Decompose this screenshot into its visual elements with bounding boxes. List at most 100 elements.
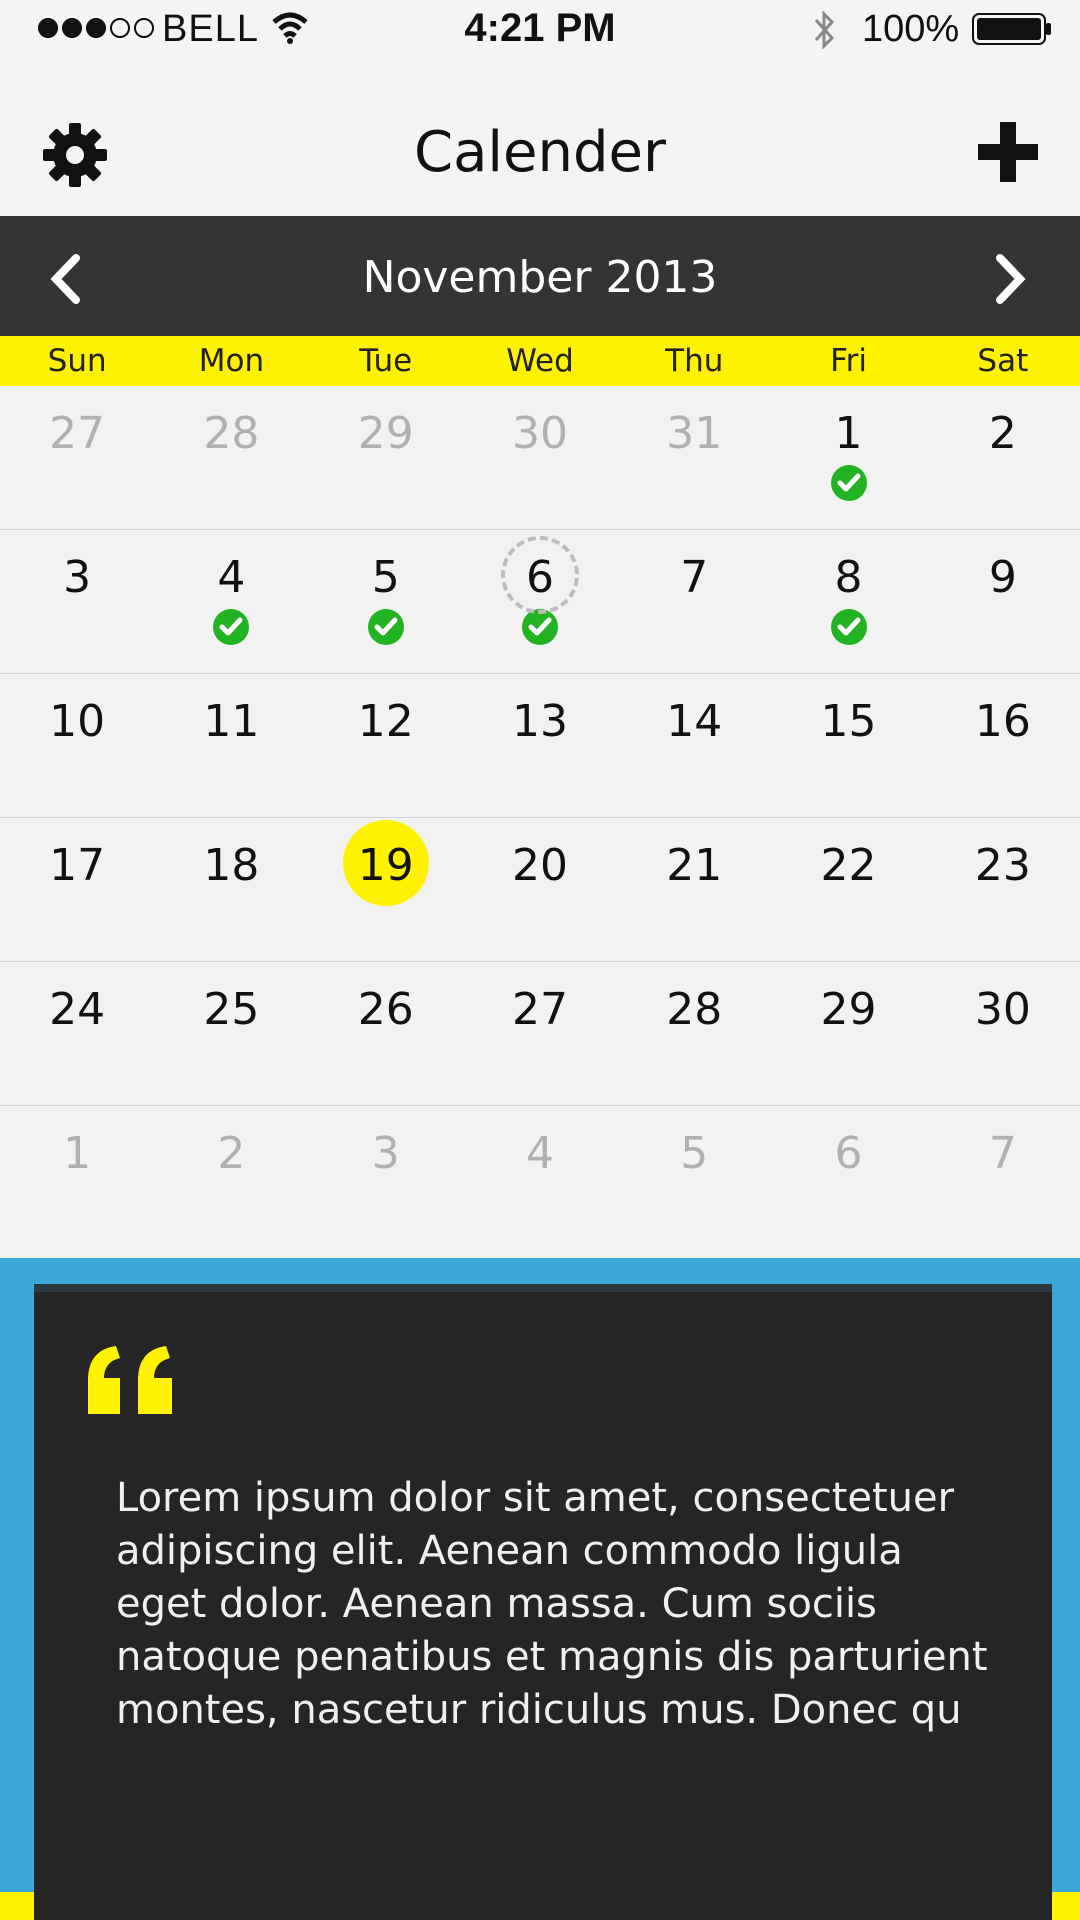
check-circle-icon [213, 609, 250, 645]
calendar-day[interactable]: 3 [0, 530, 154, 673]
weekday-label: Sun [47, 343, 107, 379]
calendar-day[interactable]: 31 [617, 386, 771, 529]
calendar-day[interactable]: 22 [771, 818, 925, 961]
calendar-day[interactable]: 6 [463, 530, 617, 673]
calendar-day[interactable]: 28 [154, 386, 308, 529]
calendar-day[interactable]: 15 [771, 674, 925, 817]
day-number: 24 [49, 984, 106, 1035]
day-number: 12 [357, 696, 414, 747]
day-number: 28 [203, 408, 260, 459]
day-number: 2 [988, 408, 1017, 459]
day-number: 23 [974, 840, 1031, 891]
day-number: 6 [525, 552, 554, 603]
weekday-label: Thu [665, 343, 724, 379]
day-number: 7 [988, 1128, 1017, 1179]
calendar-day[interactable]: 5 [309, 530, 463, 673]
day-number: 4 [525, 1128, 554, 1179]
weekday-label: Mon [198, 343, 265, 379]
calendar-day[interactable]: 16 [926, 674, 1080, 817]
day-number: 2 [217, 1128, 246, 1179]
day-number: 5 [371, 552, 400, 603]
day-number: 29 [820, 984, 877, 1035]
calendar-day[interactable]: 19 [309, 818, 463, 961]
day-number: 6 [834, 1128, 863, 1179]
quote-section: Lorem ipsum dolor sit amet, consectetuer… [0, 1258, 1080, 1920]
calendar-day[interactable]: 4 [154, 530, 308, 673]
footer-accent [1052, 1892, 1080, 1920]
calendar-day[interactable]: 9 [926, 530, 1080, 673]
calendar-day[interactable]: 7 [926, 1106, 1080, 1250]
calendar-day[interactable]: 25 [154, 962, 308, 1105]
day-number: 27 [511, 984, 568, 1035]
calendar-day[interactable]: 7 [617, 530, 771, 673]
page-title: Calender [414, 120, 666, 185]
check-circle-icon [830, 465, 867, 501]
calendar-week-row: 3 4 5 6 7 8 9 [0, 530, 1080, 674]
calendar-day[interactable]: 21 [617, 818, 771, 961]
calendar-day[interactable]: 4 [463, 1106, 617, 1250]
day-number: 22 [820, 840, 877, 891]
weekday-label: Fri [830, 343, 868, 379]
calendar-week-row: 1 2 3 4 5 6 7 [0, 1106, 1080, 1250]
calendar-day[interactable]: 29 [309, 386, 463, 529]
day-number: 3 [371, 1128, 400, 1179]
chevron-right-icon[interactable] [990, 254, 1030, 304]
quote-text: Lorem ipsum dolor sit amet, consectetuer… [116, 1475, 988, 1733]
calendar-week-row: 10 11 12 13 14 15 16 [0, 674, 1080, 818]
calendar-week-row: 17 18 19 20 21 22 23 [0, 818, 1080, 962]
day-number: 9 [988, 552, 1017, 603]
weekday-label: Tue [359, 343, 413, 379]
day-number: 5 [680, 1128, 709, 1179]
calendar-day[interactable]: 27 [0, 386, 154, 529]
battery-percent: 100% [862, 8, 960, 50]
day-number: 15 [820, 696, 877, 747]
calendar-day[interactable]: 28 [617, 962, 771, 1105]
calendar-day[interactable]: 23 [926, 818, 1080, 961]
day-number: 4 [217, 552, 246, 603]
calendar-day[interactable]: 2 [154, 1106, 308, 1250]
calendar-day[interactable]: 14 [617, 674, 771, 817]
calendar-day[interactable]: 29 [771, 962, 925, 1105]
calendar-day[interactable]: 10 [0, 674, 154, 817]
day-number: 10 [49, 696, 106, 747]
day-number: 3 [63, 552, 92, 603]
calendar-day[interactable]: 2 [926, 386, 1080, 529]
calendar-day[interactable]: 30 [926, 962, 1080, 1105]
day-number: 25 [203, 984, 260, 1035]
calendar-day[interactable]: 17 [0, 818, 154, 961]
calendar-day[interactable]: 5 [617, 1106, 771, 1250]
calendar-day[interactable]: 18 [154, 818, 308, 961]
day-number: 16 [974, 696, 1031, 747]
check-circle-icon [830, 609, 867, 645]
footer-accent [0, 1892, 34, 1920]
day-number: 31 [666, 408, 723, 459]
day-number: 20 [511, 840, 568, 891]
day-number: 30 [974, 984, 1031, 1035]
day-number: 11 [203, 696, 260, 747]
day-number: 7 [680, 552, 709, 603]
calendar-day[interactable]: 3 [309, 1106, 463, 1250]
day-number: 1 [834, 408, 863, 459]
calendar-day[interactable]: 11 [154, 674, 308, 817]
calendar-day[interactable]: 1 [0, 1106, 154, 1250]
day-number: 30 [511, 408, 568, 459]
day-number: 1 [63, 1128, 92, 1179]
day-number: 13 [511, 696, 568, 747]
bluetooth-icon [814, 10, 835, 50]
calendar-day[interactable]: 20 [463, 818, 617, 961]
quote-mark-icon [88, 1346, 172, 1414]
calendar-day[interactable]: 13 [463, 674, 617, 817]
calendar-day[interactable]: 24 [0, 962, 154, 1105]
calendar-day[interactable]: 30 [463, 386, 617, 529]
day-number: 8 [834, 552, 863, 603]
calendar-day[interactable]: 6 [771, 1106, 925, 1250]
check-circle-icon [367, 609, 404, 645]
calendar-day[interactable]: 12 [309, 674, 463, 817]
calendar-day[interactable]: 26 [309, 962, 463, 1105]
plus-icon[interactable] [978, 122, 1038, 182]
month-header: November 2013 [0, 216, 1080, 336]
calendar-day[interactable]: 27 [463, 962, 617, 1105]
day-number: 18 [203, 840, 260, 891]
calendar-day[interactable]: 8 [771, 530, 925, 673]
calendar-day[interactable]: 1 [771, 386, 925, 529]
